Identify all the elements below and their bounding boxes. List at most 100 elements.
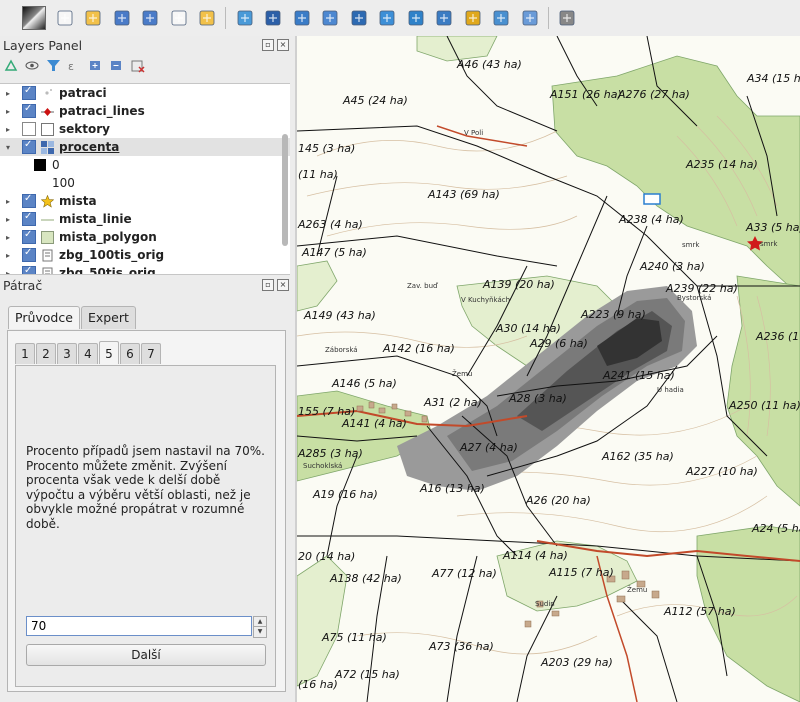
toponym-label: Bystorská: [677, 294, 711, 302]
chevron-right-icon[interactable]: ▸: [2, 215, 14, 224]
add-raster-icon[interactable]: [263, 8, 283, 28]
step-tab-4[interactable]: 4: [78, 343, 98, 364]
layer-row-mista-linie[interactable]: ▸ mista_linie: [0, 210, 290, 228]
layer-visibility-checkbox[interactable]: [22, 265, 36, 274]
add-wcs-icon[interactable]: [406, 8, 426, 28]
add-vector-icon[interactable]: [491, 8, 511, 28]
chevron-right-icon[interactable]: ▸: [2, 269, 14, 275]
toponym-label: Sudin: [535, 600, 555, 608]
next-button[interactable]: Další: [26, 644, 266, 666]
composer-manager-icon[interactable]: [197, 8, 217, 28]
layer-visibility-checkbox[interactable]: [22, 211, 36, 226]
step-content: Procento případů jsem nastavil na 70%. P…: [15, 365, 276, 687]
layer-name: patraci_lines: [59, 104, 145, 118]
add-wfs-icon[interactable]: [434, 8, 454, 28]
parcel-label: A147 (5 ha): [301, 246, 367, 259]
layer-visibility-checkbox[interactable]: [22, 229, 36, 244]
print-composer-icon[interactable]: [169, 8, 189, 28]
new-project-icon[interactable]: [55, 8, 75, 28]
parcel-label: A114 (4 ha): [502, 549, 568, 562]
open-project-icon[interactable]: [83, 8, 103, 28]
qgis-thumbnail-icon[interactable]: [22, 6, 46, 30]
parcel-label: A45 (24 ha): [342, 94, 408, 107]
add-wms-icon[interactable]: [377, 8, 397, 28]
parcel-label: A238 (4 ha): [618, 213, 684, 226]
toolbar-separator: [547, 7, 549, 29]
step-tab-5[interactable]: 5: [99, 341, 119, 364]
layer-visibility-checkbox[interactable]: [22, 193, 36, 208]
add-group-icon[interactable]: [4, 58, 19, 73]
layer-visibility-checkbox[interactable]: [22, 247, 36, 262]
layer-visibility-checkbox[interactable]: [22, 85, 36, 100]
close-icon[interactable]: ×: [277, 39, 289, 51]
digitize-icon[interactable]: [235, 8, 255, 28]
chevron-right-icon[interactable]: ▸: [2, 125, 14, 134]
close-icon[interactable]: ×: [277, 279, 289, 291]
legend-item-min: 0: [0, 156, 290, 174]
save-project-icon[interactable]: [112, 8, 132, 28]
map-canvas[interactable]: V Poli Zav. buď V Kuchyňkách Záborská Žemu By…: [297, 36, 800, 702]
float-icon[interactable]: ▫: [262, 39, 274, 51]
add-mssql-icon[interactable]: [349, 8, 369, 28]
add-spatialite-icon[interactable]: [320, 8, 340, 28]
layers-panel: Layers Panel ▫ × ε ▸ patraci ▸ patraci_line…: [0, 36, 295, 275]
parcel-label: A285 (3 ha): [297, 447, 363, 460]
layer-name: mista_linie: [59, 212, 132, 226]
eye-icon[interactable]: [25, 58, 40, 73]
layer-row-zbg-50tis-orig[interactable]: ▸ zbg_50tis_orig: [0, 264, 290, 275]
save-as-icon[interactable]: [140, 8, 160, 28]
parcel-label: A151 (26 ha): [549, 88, 622, 101]
percent-input[interactable]: [26, 616, 252, 636]
parcel-label: A28 (3 ha): [508, 392, 567, 405]
parcel-label: A240 (3 ha): [639, 260, 705, 273]
tab-expert[interactable]: Expert: [80, 306, 136, 329]
step-tab-2[interactable]: 2: [36, 343, 56, 364]
add-delimited-icon[interactable]: [520, 8, 540, 28]
parcel-label: A112 (57 ha): [663, 605, 736, 618]
polygon-fill-icon: [41, 230, 54, 244]
layer-tree: ▸ patraci ▸ patraci_lines ▸ sektory ▾ procenta 0…: [0, 83, 290, 275]
chevron-right-icon[interactable]: ▸: [2, 251, 14, 260]
remove-layer-icon[interactable]: [130, 58, 145, 73]
add-postgis-icon[interactable]: [292, 8, 312, 28]
chevron-down-icon[interactable]: ▾: [2, 143, 14, 152]
layer-visibility-checkbox[interactable]: [22, 139, 36, 154]
bus-stop-icon: [643, 193, 661, 205]
identify-icon[interactable]: [463, 8, 483, 28]
layer-row-patraci[interactable]: ▸ patraci: [0, 84, 290, 102]
mode-tabs: Průvodce Expert: [8, 306, 137, 329]
layer-row-zbg-100tis-orig[interactable]: ▸ zbg_100tis_orig: [0, 246, 290, 264]
layer-row-mista-polygon[interactable]: ▸ mista_polygon: [0, 228, 290, 246]
layer-row-mista[interactable]: ▸ mista: [0, 192, 290, 210]
layer-row-sektory[interactable]: ▸ sektory: [0, 120, 290, 138]
filter-icon[interactable]: [46, 58, 61, 73]
layer-visibility-checkbox[interactable]: [22, 122, 36, 136]
parcel-label: A146 (5 ha): [331, 377, 397, 390]
collapse-all-icon[interactable]: [109, 58, 124, 73]
float-icon[interactable]: ▫: [262, 279, 274, 291]
parcel-label: A142 (16 ha): [382, 342, 455, 355]
parcel-label: A115 (7 ha): [548, 566, 614, 579]
chevron-right-icon[interactable]: ▸: [2, 107, 14, 116]
tab-pruvodce[interactable]: Průvodce: [8, 306, 80, 329]
parcel-label: A16 (13 ha): [419, 482, 485, 495]
layer-visibility-checkbox[interactable]: [22, 103, 36, 118]
layer-tree-scrollbar[interactable]: [282, 134, 288, 246]
layers-panel-title: Layers Panel: [3, 38, 83, 53]
layer-row-patraci-lines[interactable]: ▸ patraci_lines: [0, 102, 290, 120]
step-tabs: 1 2 3 4 5 6 7: [15, 341, 162, 364]
filter-expression-icon[interactable]: ε: [67, 58, 82, 73]
parcel-label: A46 (43 ha): [456, 58, 522, 71]
step-tab-6[interactable]: 6: [120, 343, 140, 364]
expand-all-icon[interactable]: [88, 58, 103, 73]
chevron-right-icon[interactable]: ▸: [2, 89, 14, 98]
step-tab-7[interactable]: 7: [141, 343, 161, 364]
step-tab-1[interactable]: 1: [15, 343, 35, 364]
layer-row-procenta[interactable]: ▾ procenta: [0, 138, 290, 156]
chevron-right-icon[interactable]: ▸: [2, 233, 14, 242]
step-tab-3[interactable]: 3: [57, 343, 77, 364]
spin-down-icon[interactable]: ▼: [253, 626, 267, 638]
parcel-label: A77 (12 ha): [431, 567, 497, 580]
chevron-right-icon[interactable]: ▸: [2, 197, 14, 206]
measure-icon[interactable]: [557, 8, 577, 28]
